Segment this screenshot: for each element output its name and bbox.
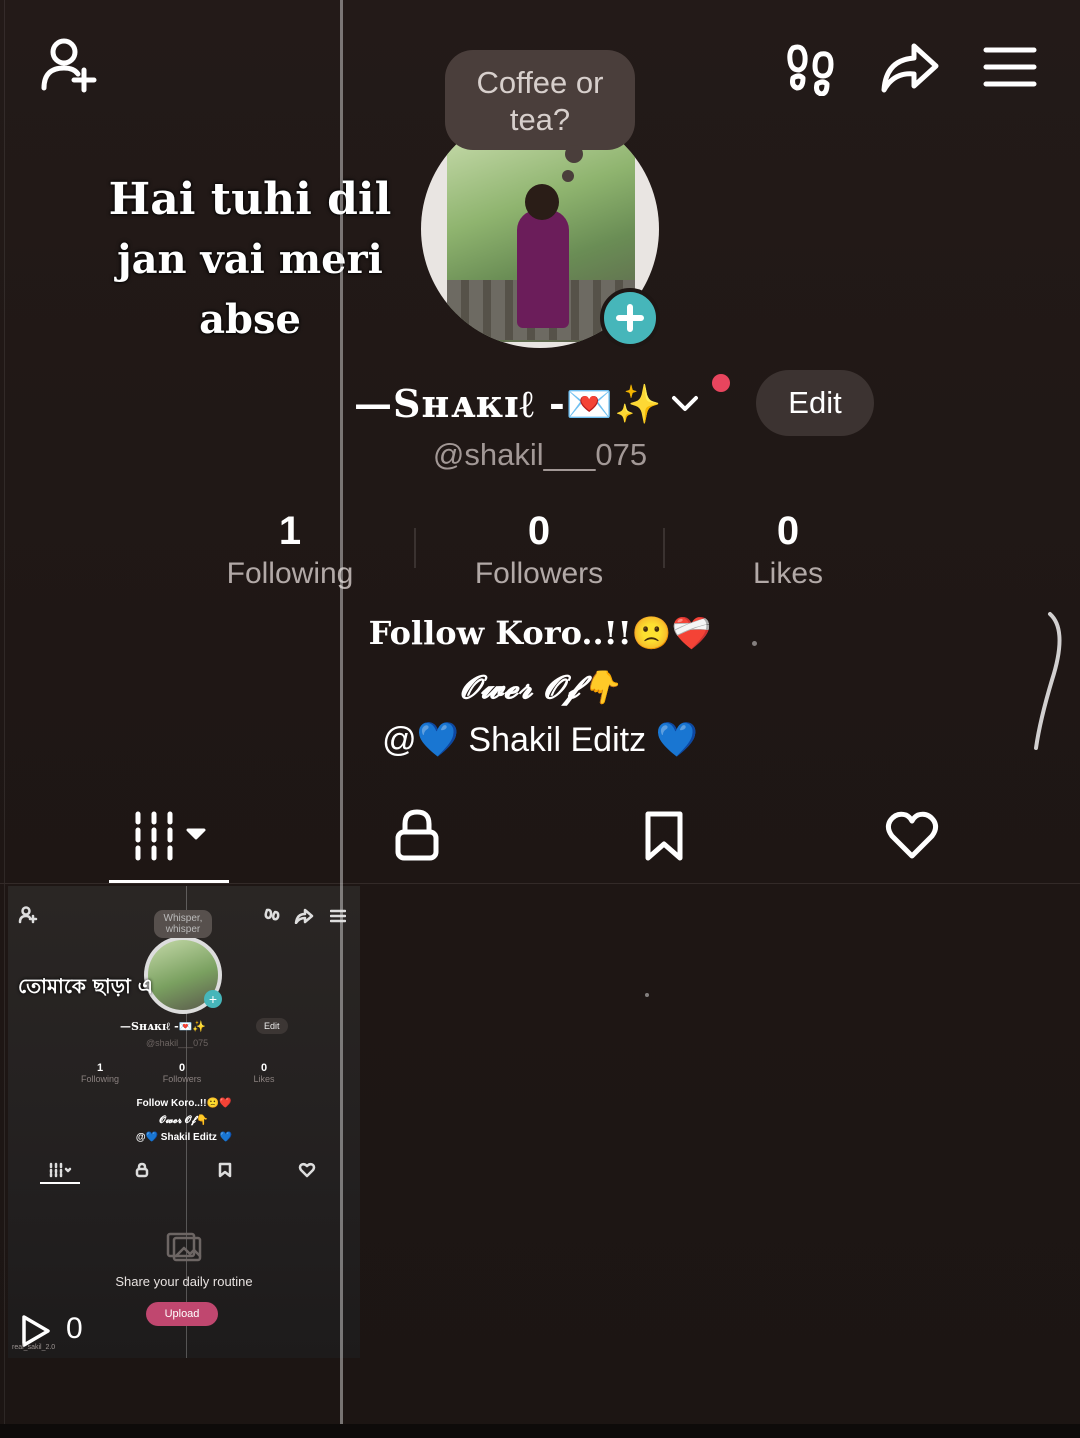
- thumbnail-username: @shakil___075: [146, 1038, 209, 1048]
- thumbnail-following-label: Following: [80, 1074, 120, 1084]
- thumbnail-followers-count: 0: [178, 1062, 186, 1074]
- plus-icon: [616, 304, 644, 332]
- bubble-dot: [562, 170, 574, 182]
- share-icon: [294, 908, 314, 929]
- thumbnail-share-text: Share your daily routine: [115, 1274, 253, 1289]
- lock-icon[interactable]: [393, 808, 441, 864]
- followers-label: Followers: [474, 557, 604, 590]
- notification-dot: [712, 374, 730, 392]
- profile-screen: Hai tuhi dil jan vai meri abse Coffee or…: [0, 0, 1080, 1438]
- bio-line-1: Follow Koro..!!🙁❤️‍🩹: [368, 614, 712, 652]
- menu-icon[interactable]: [982, 44, 1038, 90]
- stat-following[interactable]: 1 Following: [190, 508, 390, 594]
- thumbnail-edit-button: Edit: [256, 1018, 288, 1034]
- thumbnail-display-name: —Sʜᴀᴋɪℓ -💌✨: [120, 1020, 207, 1033]
- heart-icon[interactable]: [884, 810, 940, 862]
- thumbnail-followers-label: Followers: [162, 1074, 202, 1084]
- footprints-icon[interactable]: [785, 40, 837, 96]
- bookmark-icon[interactable]: [642, 810, 686, 862]
- status-bubble[interactable]: Coffee or tea?: [445, 50, 635, 150]
- overlay-line-1: Hai tuhi dil: [108, 174, 392, 225]
- thumbnail-watermark: real_sakil_2.0: [12, 1344, 56, 1351]
- likes-label: Likes: [752, 557, 824, 590]
- edge-line: [4, 0, 5, 1425]
- chevron-down-icon[interactable]: [670, 392, 700, 416]
- bio-line-3: @💙 Shakil Editz 💙: [382, 721, 698, 759]
- thumbnail-bubble: Whisper, whisper: [154, 910, 212, 938]
- thumbnail-stat-following: 1 Following: [70, 1062, 130, 1084]
- thumbnail-upload-button: Upload: [146, 1302, 218, 1326]
- video-thumbnail[interactable]: Whisper, whisper + তোমাকে ছাড়া এ —Sʜᴀᴋɪ…: [8, 886, 360, 1358]
- thumbnail-heart-icon: [298, 1162, 316, 1183]
- overlay-vertical-line: [340, 0, 343, 1425]
- following-count: 1: [278, 509, 302, 553]
- thumbnail-likes-label: Likes: [253, 1074, 275, 1084]
- thumbnail-lock-icon: [135, 1162, 149, 1183]
- bubble-tail: [565, 145, 583, 163]
- thumbnail-bio-line-1: Follow Koro..!!🙁❤️: [136, 1098, 232, 1109]
- thumbnail-stat-followers: 0 Followers: [152, 1062, 212, 1084]
- thumbnail-likes-count: 0: [260, 1062, 268, 1074]
- decorative-curl: [1034, 612, 1062, 750]
- stat-divider: [414, 528, 416, 568]
- menu-icon: [329, 909, 347, 928]
- bottom-strip: [0, 1424, 1080, 1438]
- view-count: 0: [66, 1312, 83, 1345]
- add-friend-icon[interactable]: [38, 36, 102, 96]
- thumbnail-bio-line-3: @💙 Shakil Editz 💙: [135, 1132, 233, 1143]
- display-name: —Sʜᴀᴋɪℓ -💌✨: [354, 381, 663, 426]
- plus-icon: +: [204, 990, 222, 1008]
- bio-line-2: 𝓞𝔀𝓮𝓻 𝓞𝓯👇: [460, 668, 620, 706]
- edit-profile-button[interactable]: Edit: [756, 370, 874, 436]
- share-icon[interactable]: [878, 40, 942, 96]
- avatar-person: [517, 210, 569, 328]
- thumbnail-videos-grid-icon: [48, 1162, 74, 1183]
- thumbnail-following-count: 1: [96, 1062, 104, 1074]
- sparkle: [645, 993, 649, 997]
- display-name-row[interactable]: —Sʜᴀᴋɪℓ -💌✨: [354, 372, 700, 436]
- username: @shakil___075: [432, 437, 648, 472]
- followers-count: 0: [527, 509, 551, 553]
- avatar-person-head: [525, 184, 559, 220]
- videos-grid-icon[interactable]: [132, 810, 212, 862]
- thumbnail-photo-icon: [164, 1230, 204, 1269]
- overlay-line-2: jan vai meri abse: [117, 236, 383, 343]
- stat-divider: [663, 528, 665, 568]
- stat-likes[interactable]: 0 Likes: [688, 508, 888, 594]
- thumbnail-bookmark-icon: [218, 1162, 232, 1183]
- stat-followers[interactable]: 0 Followers: [439, 508, 639, 594]
- footprints-icon: [264, 908, 280, 929]
- likes-count: 0: [776, 509, 800, 553]
- thumbnail-bio-line-2: 𝓞𝔀𝓮𝓻 𝓞𝓯👇: [159, 1115, 209, 1126]
- sparkle: [752, 641, 757, 646]
- following-label: Following: [226, 557, 354, 590]
- tabs-divider: [0, 883, 1080, 884]
- video-overlay-caption: Hai tuhi dil jan vai meri abse: [60, 170, 440, 350]
- add-story-button[interactable]: [600, 288, 660, 348]
- thumbnail-tab-indicator: [40, 1182, 80, 1184]
- add-friend-icon: [18, 906, 38, 929]
- thumbnail-overlay-text: তোমাকে ছাড়া এ: [18, 974, 153, 998]
- thumbnail-stat-likes: 0 Likes: [234, 1062, 294, 1084]
